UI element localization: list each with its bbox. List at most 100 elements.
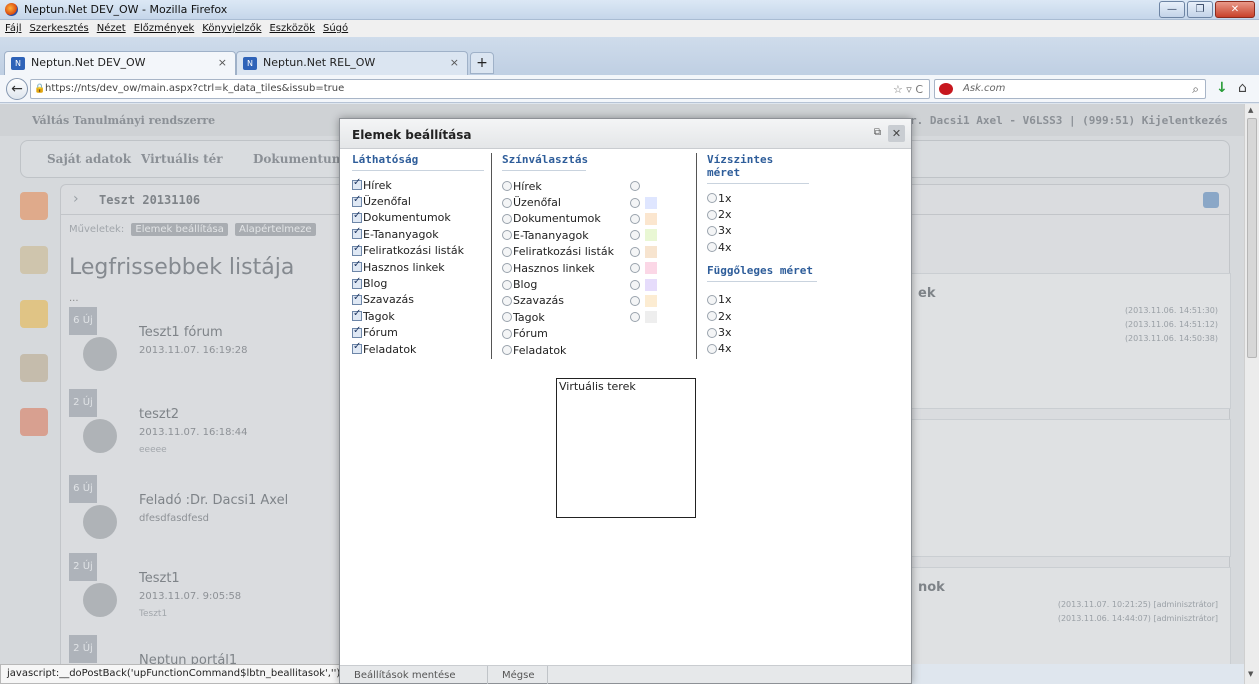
- checkbox-checked[interactable]: [352, 226, 362, 240]
- color-element-radio[interactable]: Feliratkozási listák: [502, 244, 626, 260]
- color-swatch-option[interactable]: [630, 260, 662, 276]
- visibility-checkbox[interactable]: Feladatok: [352, 341, 484, 357]
- vertical-size-radio[interactable]: 4x: [707, 341, 867, 357]
- list-item[interactable]: 2 Új Teszt1 2013.11.07. 9:05:58 Teszt1: [69, 553, 329, 633]
- list-item[interactable]: 6 Új Feladó :Dr. Dacsi1 Axel dfesdfasdfe…: [69, 475, 329, 555]
- radio-button[interactable]: [502, 345, 512, 356]
- radio-button[interactable]: [630, 230, 640, 241]
- home-icon[interactable]: [20, 246, 48, 274]
- radio-button[interactable]: [502, 328, 512, 339]
- menu-bookmarks[interactable]: Könyvjelzők: [202, 23, 261, 34]
- color-swatch[interactable]: [645, 311, 657, 324]
- color-element-radio[interactable]: Dokumentumok: [502, 211, 626, 227]
- visibility-checkbox[interactable]: Blog: [352, 275, 484, 291]
- radio-button[interactable]: [707, 209, 717, 220]
- calendar-icon[interactable]: [20, 354, 48, 382]
- checkbox-checked[interactable]: [352, 308, 362, 322]
- visibility-checkbox[interactable]: Feliratkozási listák: [352, 243, 484, 259]
- cancel-button[interactable]: Mégse: [488, 666, 548, 684]
- visibility-checkbox[interactable]: Tagok: [352, 308, 484, 324]
- menu-virtual-space[interactable]: Virtuális tér: [141, 152, 223, 166]
- minimize-button[interactable]: —: [1159, 1, 1185, 18]
- menu-edit[interactable]: Szerkesztés: [30, 23, 89, 34]
- close-window-button[interactable]: ✕: [1215, 1, 1255, 18]
- color-element-radio[interactable]: Szavazás: [502, 293, 626, 309]
- popout-icon[interactable]: ⧉: [874, 127, 881, 138]
- url-bar[interactable]: 🔒 https://nts/dev_ow/main.aspx?ctrl=k_da…: [30, 79, 930, 99]
- radio-button[interactable]: [502, 197, 512, 208]
- radio-button[interactable]: [707, 327, 717, 338]
- color-swatch[interactable]: [645, 212, 657, 225]
- color-element-radio[interactable]: Tagok: [502, 309, 626, 325]
- save-settings-button[interactable]: Beállítások mentése: [340, 666, 488, 684]
- color-swatch[interactable]: [645, 229, 657, 242]
- default-button[interactable]: Alapértelmeze: [235, 223, 316, 236]
- home-icon[interactable]: ⌂: [1238, 80, 1247, 96]
- horizontal-size-radio[interactable]: 2x: [707, 206, 867, 222]
- menu-own-data[interactable]: Saját adatok: [47, 152, 131, 166]
- color-swatch-option[interactable]: [630, 276, 662, 292]
- search-box[interactable]: Ask.com ⌕: [934, 79, 1206, 99]
- radio-button[interactable]: [502, 263, 512, 274]
- visibility-checkbox[interactable]: Fórum: [352, 325, 484, 341]
- menu-file[interactable]: Fájl: [5, 23, 22, 34]
- visibility-checkbox[interactable]: Szavazás: [352, 292, 484, 308]
- radio-button[interactable]: [502, 246, 512, 257]
- color-element-radio[interactable]: Üzenőfal: [502, 194, 626, 210]
- color-swatch-option[interactable]: [630, 309, 662, 325]
- vertical-size-radio[interactable]: 1x: [707, 292, 867, 308]
- list-item[interactable]: 2 Új teszt2 2013.11.07. 16:18:44 eeeee: [69, 389, 329, 469]
- color-swatch[interactable]: [645, 278, 657, 291]
- checkbox-checked[interactable]: [352, 243, 362, 256]
- radio-button[interactable]: [630, 213, 640, 224]
- visibility-checkbox[interactable]: E-Tananyagok: [352, 226, 484, 242]
- checkbox-checked[interactable]: [352, 341, 362, 355]
- list-item[interactable]: 2 Új Neptun portál1: [69, 635, 329, 664]
- radio-button[interactable]: [707, 294, 717, 305]
- radio-button[interactable]: [707, 193, 717, 204]
- search-icon[interactable]: ⌕: [1192, 82, 1199, 97]
- color-swatch[interactable]: [645, 245, 657, 258]
- radio-button[interactable]: [707, 311, 717, 322]
- radio-button[interactable]: [630, 197, 640, 208]
- radio-button[interactable]: [630, 279, 640, 290]
- refresh-icon[interactable]: [1203, 192, 1219, 208]
- radio-button[interactable]: [707, 242, 717, 253]
- visibility-checkbox[interactable]: Dokumentumok: [352, 210, 484, 226]
- letter-a-icon[interactable]: [20, 192, 48, 220]
- checkbox-checked[interactable]: [352, 325, 362, 338]
- scroll-down-icon[interactable]: ▼: [1248, 670, 1253, 678]
- visibility-checkbox[interactable]: Hírek: [352, 177, 484, 193]
- horizontal-size-radio[interactable]: 1x: [707, 190, 867, 206]
- menu-history[interactable]: Előzmények: [134, 23, 195, 34]
- color-element-radio[interactable]: Fórum: [502, 326, 626, 342]
- radio-button[interactable]: [630, 312, 640, 323]
- radio-button[interactable]: [630, 181, 640, 192]
- color-element-radio[interactable]: Hírek: [502, 178, 626, 194]
- radio-button[interactable]: [707, 225, 717, 236]
- visibility-checkbox[interactable]: Üzenőfal: [352, 193, 484, 209]
- star-icon[interactable]: [20, 300, 48, 328]
- color-element-radio[interactable]: Feladatok: [502, 342, 626, 358]
- color-swatch[interactable]: [645, 262, 657, 275]
- back-button[interactable]: ←: [6, 78, 28, 100]
- vertical-size-radio[interactable]: 3x: [707, 324, 867, 340]
- menu-help[interactable]: Súgó: [323, 23, 348, 34]
- radio-button[interactable]: [707, 343, 717, 354]
- color-swatch-option[interactable]: [630, 194, 662, 210]
- maximize-button[interactable]: ❐: [1187, 1, 1213, 18]
- checkbox-checked[interactable]: [352, 210, 362, 223]
- color-element-radio[interactable]: Blog: [502, 276, 626, 292]
- tab-dev-ow[interactable]: N Neptun.Net DEV_OW ×: [4, 51, 236, 75]
- menu-view[interactable]: Nézet: [97, 23, 126, 34]
- elements-settings-button[interactable]: Elemek beállítása: [131, 223, 228, 236]
- color-element-radio[interactable]: E-Tananyagok: [502, 227, 626, 243]
- radio-button[interactable]: [630, 295, 640, 306]
- chevron-right-icon[interactable]: ›: [73, 191, 79, 207]
- radio-button[interactable]: [502, 213, 512, 224]
- scroll-up-icon[interactable]: ▲: [1248, 106, 1253, 114]
- color-swatch-option[interactable]: [630, 244, 662, 260]
- vertical-scrollbar[interactable]: ▲ ▼: [1244, 104, 1259, 684]
- radio-button[interactable]: [502, 295, 512, 306]
- color-swatch-option[interactable]: [630, 293, 662, 309]
